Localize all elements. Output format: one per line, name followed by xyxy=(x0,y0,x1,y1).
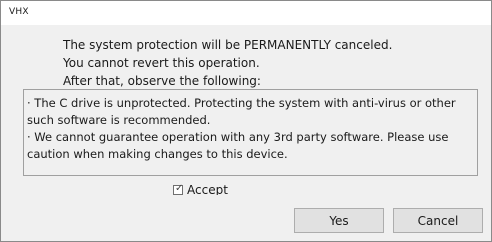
window-title: VHX xyxy=(9,7,29,17)
warning-message-line-3: After that, observe the following: xyxy=(63,74,261,88)
dialog-window: VHX The system protection will be PERMAN… xyxy=(0,0,492,242)
warning-message-line-1: The system protection will be PERMANENTL… xyxy=(63,38,393,52)
button-bar: Yes Cancel xyxy=(1,195,491,241)
notice-item-third-party: · We cannot guarantee operation with any… xyxy=(27,130,449,161)
warning-message-line-2: You cannot revert this operation. xyxy=(63,56,260,70)
notice-item-antivirus: · The C drive is unprotected. Protecting… xyxy=(27,96,456,127)
dialog-content: The system protection will be PERMANENTL… xyxy=(1,25,491,197)
check-icon: ✓ xyxy=(175,183,184,194)
yes-button[interactable]: Yes xyxy=(294,208,384,233)
notice-textbox[interactable]: · The C drive is unprotected. Protecting… xyxy=(23,89,478,176)
cancel-button[interactable]: Cancel xyxy=(393,208,483,233)
title-bar[interactable]: VHX xyxy=(1,1,491,25)
accept-checkbox[interactable]: ✓ xyxy=(173,183,184,195)
